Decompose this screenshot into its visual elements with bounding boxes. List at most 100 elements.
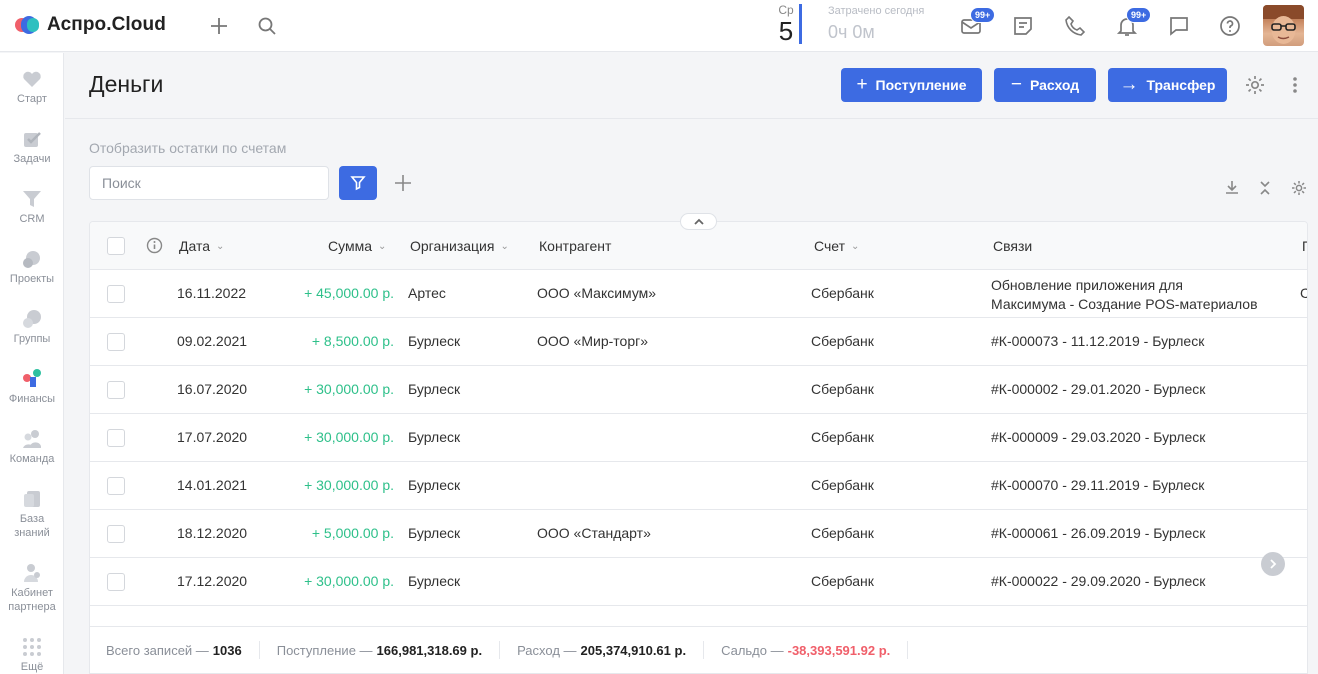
column-account[interactable]: Счет ⌄ xyxy=(814,238,859,254)
column-date-label: Дата xyxy=(179,238,211,254)
total-income: Поступление —166,981,318.69 р. xyxy=(276,641,501,659)
cell-links-line1: Обновление приложения для xyxy=(991,277,1183,293)
sidebar-item-team[interactable]: Команда xyxy=(0,428,64,466)
arrow-right-icon: → xyxy=(1119,74,1139,95)
column-next[interactable]: П xyxy=(1302,238,1307,254)
phone-icon[interactable] xyxy=(1062,13,1088,39)
add-filter-button[interactable] xyxy=(392,170,414,196)
cell-date: 16.07.2020 xyxy=(177,381,248,397)
total-income-label: Поступление — xyxy=(276,642,373,658)
scroll-right-button[interactable] xyxy=(1261,552,1285,576)
column-date[interactable]: Дата ⌄ xyxy=(179,238,224,254)
sidebar-item-crm[interactable]: CRM xyxy=(0,188,64,226)
cell-links[interactable]: #К-000009 - 29.03.2020 - Бурлеск xyxy=(991,429,1205,445)
total-balance-label: Сальдо — xyxy=(721,642,784,658)
page-title: Деньги xyxy=(89,71,164,97)
chat-icon[interactable] xyxy=(1166,13,1192,39)
column-amount[interactable]: Сумма ⌄ xyxy=(328,238,386,254)
column-counterparty[interactable]: Контрагент xyxy=(539,238,611,254)
table-row[interactable]: 17.12.2020 + 30,000.00 р. Бурлеск Сбербанк #… xyxy=(90,558,1307,606)
filter-button[interactable] xyxy=(339,166,377,200)
transfer-button-label: Трансфер xyxy=(1146,77,1216,93)
select-all-checkbox[interactable] xyxy=(107,237,125,255)
time-spent-label: Затрачено сегодня xyxy=(828,5,925,17)
plus-icon[interactable] xyxy=(206,13,232,39)
search-icon[interactable] xyxy=(254,13,280,39)
mail-icon[interactable]: 99+ xyxy=(958,7,996,39)
table-row[interactable]: 14.01.2021 + 30,000.00 р. Бурлеск Сбербанк #… xyxy=(90,462,1307,510)
income-button[interactable]: + Поступление xyxy=(841,68,982,102)
cell-links[interactable]: #К-000073 - 11.12.2019 - Бурлеск xyxy=(991,333,1204,349)
row-checkbox[interactable] xyxy=(107,333,125,351)
transfer-button[interactable]: → Трансфер xyxy=(1108,68,1227,102)
row-checkbox[interactable] xyxy=(107,477,125,495)
cell-links[interactable]: #К-000061 - 26.09.2019 - Бурлеск xyxy=(991,525,1205,541)
sidebar-item-tasks[interactable]: Задачи xyxy=(0,128,64,166)
total-expense: Расход —205,374,910.61 р. xyxy=(517,641,705,659)
column-account-label: Счет xyxy=(814,238,845,254)
day-number: 5 xyxy=(778,16,794,46)
sidebar-item-partner[interactable]: Кабинет партнера xyxy=(0,562,64,614)
row-checkbox[interactable] xyxy=(107,573,125,591)
sidebar-label: Команда xyxy=(9,453,55,465)
table-settings-icon[interactable] xyxy=(1289,178,1309,198)
column-org[interactable]: Организация ⌄ xyxy=(410,238,509,254)
sidebar-item-finance[interactable]: Финансы xyxy=(0,368,64,406)
cell-links[interactable]: Обновление приложения для Максимума - Соз… xyxy=(991,276,1258,314)
search-input[interactable] xyxy=(89,166,329,200)
total-expense-value: 205,374,910.61 р. xyxy=(580,642,687,658)
sidebar-label: Проекты xyxy=(9,273,55,285)
table-row[interactable]: 17.07.2020 + 30,000.00 р. Бурлеск Сбербанк #… xyxy=(90,414,1307,462)
cell-links[interactable]: #К-000022 - 29.09.2020 - Бурлеск xyxy=(991,573,1205,589)
notes-icon[interactable] xyxy=(1010,13,1036,39)
chevron-right-icon xyxy=(1270,559,1277,569)
table-row[interactable]: 16.07.2020 + 30,000.00 р. Бурлеск Сбербанк #… xyxy=(90,366,1307,414)
column-links[interactable]: Связи xyxy=(993,238,1032,254)
cell-org: Бурлеск xyxy=(408,525,461,541)
row-checkbox[interactable] xyxy=(107,381,125,399)
sidebar-item-groups[interactable]: Группы xyxy=(0,308,64,346)
show-balances-link[interactable]: Отобразить остатки по счетам xyxy=(89,140,286,156)
funnel-icon xyxy=(21,188,43,210)
total-balance: Сальдо — -38,393,591.92 р. xyxy=(721,641,909,659)
totals-footer: Всего записей —1036 Поступление —166,981… xyxy=(89,626,1308,674)
table-row[interactable]: 16.11.2022 + 45,000.00 р. Артес ООО «Максим… xyxy=(90,270,1307,318)
cell-org: Бурлеск xyxy=(408,333,461,349)
sidebar-item-more[interactable]: Ещё xyxy=(0,636,64,674)
cell-account: Сбербанк xyxy=(811,381,874,397)
collapse-rows-icon[interactable] xyxy=(1255,178,1275,198)
cell-org: Бурлеск xyxy=(408,477,461,493)
column-amount-label: Сумма xyxy=(328,238,372,254)
download-icon[interactable] xyxy=(1222,178,1242,198)
more-vertical-icon[interactable] xyxy=(1282,72,1308,98)
table-row[interactable]: 09.02.2021 + 8,500.00 р. Бурлеск ООО «Мир-т… xyxy=(90,318,1307,366)
bell-icon[interactable]: 99+ xyxy=(1114,7,1152,39)
user-avatar[interactable] xyxy=(1263,5,1304,46)
cell-links[interactable]: #К-000002 - 29.01.2020 - Бурлеск xyxy=(991,381,1205,397)
expense-button[interactable]: − Расход xyxy=(994,68,1096,102)
sidebar-item-start[interactable]: Старт xyxy=(0,68,64,106)
cell-amount: + 8,500.00 р. xyxy=(311,333,394,349)
row-checkbox[interactable] xyxy=(107,525,125,543)
date-widget[interactable]: Ср 5 xyxy=(770,3,802,47)
team-icon xyxy=(21,428,43,450)
help-icon[interactable] xyxy=(1217,13,1243,39)
gear-icon[interactable] xyxy=(1242,72,1268,98)
cell-account: Сбербанк xyxy=(811,525,874,541)
row-checkbox[interactable] xyxy=(107,285,125,303)
time-spent[interactable]: Затрачено сегодня 0ч 0м xyxy=(828,5,924,43)
row-checkbox[interactable] xyxy=(107,429,125,447)
sidebar-label: Группы xyxy=(13,333,51,345)
sidebar-item-projects[interactable]: Проекты xyxy=(0,248,64,286)
collapse-filters-toggle[interactable] xyxy=(680,213,717,230)
sidebar-item-knowledge[interactable]: База знаний xyxy=(0,488,64,540)
app-logo[interactable]: Аспро.Cloud xyxy=(15,14,166,36)
cell-counterparty[interactable]: ООО «Стандарт» xyxy=(537,525,651,541)
top-bar: Аспро.Cloud Ср 5 Затрачено сегодня 0ч 0м… xyxy=(0,0,1318,52)
cell-links[interactable]: #К-000070 - 29.11.2019 - Бурлеск xyxy=(991,477,1204,493)
cell-counterparty[interactable]: ООО «Максимум» xyxy=(537,285,656,301)
table-row[interactable]: 18.12.2020 + 5,000.00 р. Бурлеск ООО «Станд… xyxy=(90,510,1307,558)
info-icon[interactable] xyxy=(146,237,163,254)
chevron-down-icon: ⌄ xyxy=(378,240,387,252)
cell-counterparty[interactable]: ООО «Мир-торг» xyxy=(537,333,648,349)
